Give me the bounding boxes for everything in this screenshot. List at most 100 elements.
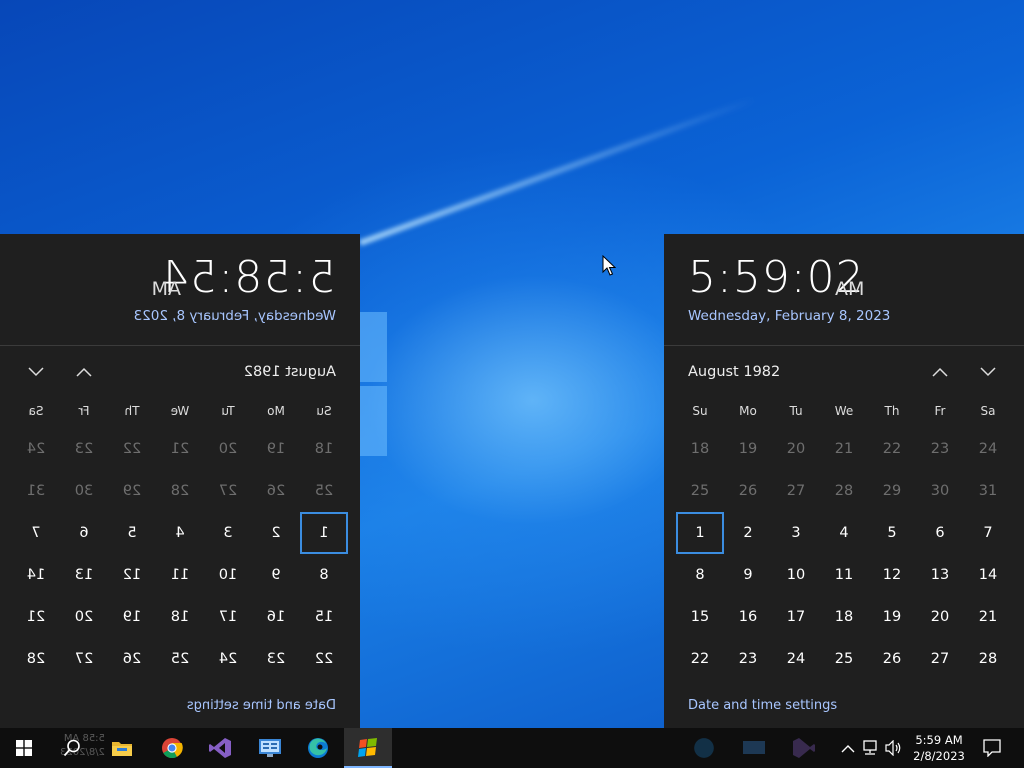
visual-studio-button[interactable] xyxy=(196,728,244,768)
calendar-day[interactable]: 23 xyxy=(252,638,300,680)
calendar-day[interactable]: 26 xyxy=(108,638,156,680)
calendar-day[interactable]: 25 xyxy=(820,638,868,680)
calendar-day[interactable]: 10 xyxy=(772,554,820,596)
next-month-button[interactable] xyxy=(20,358,52,386)
calendar-day[interactable]: 6 xyxy=(60,512,108,554)
calendar-day[interactable]: 21 xyxy=(820,428,868,470)
show-hidden-icons-button[interactable] xyxy=(838,738,858,758)
calendar-day[interactable]: 23 xyxy=(60,428,108,470)
calendar-day[interactable]: 22 xyxy=(676,638,724,680)
calendar-day[interactable]: 29 xyxy=(108,470,156,512)
calendar-day[interactable]: 19 xyxy=(252,428,300,470)
calendar-day[interactable]: 28 xyxy=(964,638,1012,680)
volume-button[interactable] xyxy=(884,738,904,758)
calendar-day[interactable]: 18 xyxy=(156,596,204,638)
calendar-day[interactable]: 20 xyxy=(916,596,964,638)
calendar-day[interactable]: 11 xyxy=(820,554,868,596)
calendar-day[interactable]: 8 xyxy=(300,554,348,596)
calendar-day[interactable]: 27 xyxy=(60,638,108,680)
previous-month-button[interactable] xyxy=(924,358,956,386)
calendar-day[interactable]: 8 xyxy=(676,554,724,596)
calendar-day[interactable]: 21 xyxy=(156,428,204,470)
previous-month-button[interactable] xyxy=(68,358,100,386)
calendar-day[interactable]: 5 xyxy=(868,512,916,554)
calendar-day[interactable]: 28 xyxy=(12,638,60,680)
calendar-day[interactable]: 31 xyxy=(964,470,1012,512)
calendar-day[interactable]: 11 xyxy=(156,554,204,596)
calendar-day[interactable]: 28 xyxy=(156,470,204,512)
network-button[interactable] xyxy=(861,738,881,758)
windows-app-button[interactable] xyxy=(344,728,392,768)
calendar-day[interactable]: 12 xyxy=(868,554,916,596)
calendar-day[interactable]: 3 xyxy=(772,512,820,554)
calendar-day[interactable]: 9 xyxy=(724,554,772,596)
calendar-day[interactable]: 14 xyxy=(964,554,1012,596)
calendar-day[interactable]: 1 xyxy=(300,512,348,554)
calendar-day[interactable]: 14 xyxy=(12,554,60,596)
calendar-day[interactable]: 19 xyxy=(868,596,916,638)
chrome-button[interactable] xyxy=(148,728,196,768)
calendar-day[interactable]: 29 xyxy=(868,470,916,512)
calendar-day[interactable]: 22 xyxy=(300,638,348,680)
calendar-day[interactable]: 20 xyxy=(204,428,252,470)
calendar-day[interactable]: 20 xyxy=(60,596,108,638)
calendar-day[interactable]: 5 xyxy=(108,512,156,554)
calendar-day[interactable]: 26 xyxy=(724,470,772,512)
calendar-day[interactable]: 20 xyxy=(772,428,820,470)
calendar-day[interactable]: 16 xyxy=(724,596,772,638)
file-explorer-button[interactable] xyxy=(98,728,146,768)
calendar-day[interactable]: 15 xyxy=(300,596,348,638)
taskbar-clock[interactable]: 5:59 AM 2/8/2023 xyxy=(906,731,972,765)
calendar-day[interactable]: 22 xyxy=(108,428,156,470)
calendar-day[interactable]: 18 xyxy=(820,596,868,638)
action-center-button[interactable] xyxy=(982,738,1002,758)
calendar-day[interactable]: 26 xyxy=(868,638,916,680)
calendar-day[interactable]: 15 xyxy=(676,596,724,638)
calendar-day[interactable]: 1 xyxy=(676,512,724,554)
date-time-settings-link[interactable]: Date and time settings xyxy=(688,698,837,713)
calendar-day[interactable]: 21 xyxy=(964,596,1012,638)
calendar-day[interactable]: 24 xyxy=(964,428,1012,470)
next-month-button[interactable] xyxy=(972,358,1004,386)
calendar-day[interactable]: 18 xyxy=(676,428,724,470)
calendar-day[interactable]: 7 xyxy=(12,512,60,554)
calendar-day[interactable]: 4 xyxy=(156,512,204,554)
calendar-day[interactable]: 17 xyxy=(772,596,820,638)
calendar-day[interactable]: 23 xyxy=(916,428,964,470)
calendar-day[interactable]: 13 xyxy=(916,554,964,596)
date-time-settings-link[interactable]: Date and time settings xyxy=(187,698,336,713)
calendar-day[interactable]: 4 xyxy=(820,512,868,554)
calendar-day[interactable]: 12 xyxy=(108,554,156,596)
calendar-day[interactable]: 30 xyxy=(60,470,108,512)
calendar-day[interactable]: 2 xyxy=(252,512,300,554)
calendar-day[interactable]: 16 xyxy=(252,596,300,638)
control-panel-button[interactable] xyxy=(246,728,294,768)
search-button[interactable] xyxy=(48,728,96,768)
calendar-day[interactable]: 27 xyxy=(916,638,964,680)
calendar-day[interactable]: 24 xyxy=(204,638,252,680)
calendar-day[interactable]: 13 xyxy=(60,554,108,596)
start-button[interactable] xyxy=(0,728,48,768)
calendar-day[interactable]: 19 xyxy=(724,428,772,470)
calendar-day[interactable]: 26 xyxy=(252,470,300,512)
calendar-day[interactable]: 24 xyxy=(772,638,820,680)
calendar-day[interactable]: 9 xyxy=(252,554,300,596)
calendar-day[interactable]: 31 xyxy=(12,470,60,512)
calendar-day[interactable]: 23 xyxy=(724,638,772,680)
calendar-day[interactable]: 6 xyxy=(916,512,964,554)
calendar-day[interactable]: 10 xyxy=(204,554,252,596)
calendar-day[interactable]: 18 xyxy=(300,428,348,470)
calendar-day[interactable]: 30 xyxy=(916,470,964,512)
calendar-day[interactable]: 27 xyxy=(204,470,252,512)
calendar-day[interactable]: 3 xyxy=(204,512,252,554)
calendar-day[interactable]: 2 xyxy=(724,512,772,554)
calendar-day[interactable]: 21 xyxy=(12,596,60,638)
calendar-day[interactable]: 22 xyxy=(868,428,916,470)
calendar-day[interactable]: 17 xyxy=(204,596,252,638)
calendar-day[interactable]: 24 xyxy=(12,428,60,470)
calendar-day[interactable]: 25 xyxy=(676,470,724,512)
calendar-day[interactable]: 25 xyxy=(156,638,204,680)
calendar-day[interactable]: 25 xyxy=(300,470,348,512)
calendar-day[interactable]: 28 xyxy=(820,470,868,512)
edge-button[interactable] xyxy=(294,728,342,768)
